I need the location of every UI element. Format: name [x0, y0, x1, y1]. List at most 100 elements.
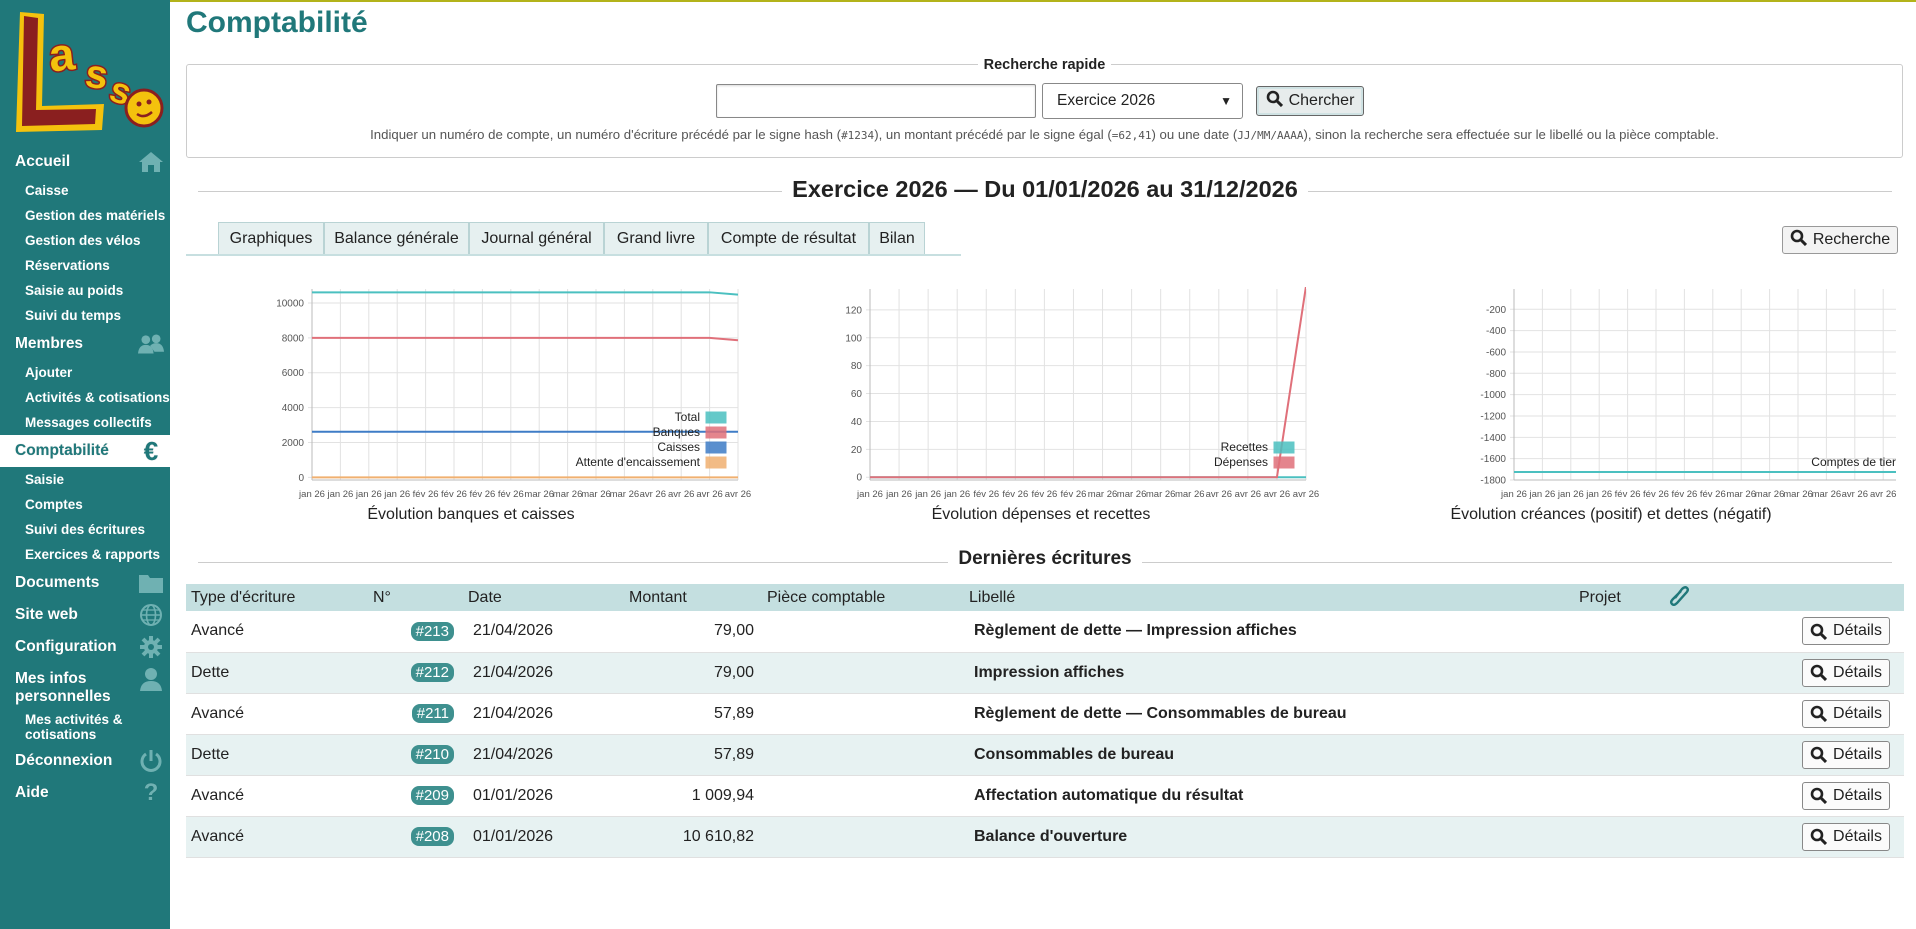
cell-date: 01/01/2026: [463, 816, 624, 858]
legend-swatch[interactable]: [705, 426, 727, 439]
legend-swatch[interactable]: [705, 456, 727, 469]
app-logo[interactable]: a s s: [6, 6, 166, 142]
nav-reservations[interactable]: Réservations: [0, 253, 170, 278]
tab-journal-general[interactable]: Journal général: [469, 222, 604, 254]
nav-saisie-poids[interactable]: Saisie au poids: [0, 278, 170, 303]
details-button[interactable]: Détails: [1802, 699, 1890, 728]
details-button[interactable]: Détails: [1802, 740, 1890, 769]
details-button-label: Détails: [1833, 622, 1882, 640]
legend-label[interactable]: Banques: [653, 425, 700, 439]
entry-number-link[interactable]: #210: [410, 745, 454, 764]
tab-graphiques[interactable]: Graphiques: [218, 222, 324, 254]
details-button[interactable]: Détails: [1802, 781, 1890, 810]
col-type[interactable]: Type d'écriture: [186, 584, 368, 611]
nav-mes-infos[interactable]: Mes infos personnelles: [0, 663, 170, 709]
quick-search-input[interactable]: [716, 84, 1036, 118]
cell-num: #208: [368, 816, 463, 858]
cell-type: Avancé: [186, 611, 368, 653]
col-libelle[interactable]: Libellé: [964, 584, 1574, 611]
cell-libelle: Balance d'ouverture: [964, 816, 1574, 858]
nav-suivi-temps[interactable]: Suivi du temps: [0, 303, 170, 328]
tab-compte-resultat[interactable]: Compte de résultat: [708, 222, 869, 254]
search-icon: [1810, 746, 1828, 763]
nav-aide[interactable]: Aide?: [0, 777, 170, 809]
y-tick-label: -400: [1486, 326, 1506, 337]
nav-documents[interactable]: Documents: [0, 567, 170, 599]
x-tick-label: avr 26: [1235, 489, 1261, 500]
cell-actions: Détails: [1664, 611, 1904, 653]
nav-site-web[interactable]: Site web: [0, 599, 170, 631]
entry-number-link[interactable]: #209: [410, 786, 454, 805]
col-projet[interactable]: Projet: [1574, 584, 1664, 611]
users-icon: [138, 332, 164, 356]
nav-configuration[interactable]: Configuration: [0, 631, 170, 663]
x-tick-label: fév 26: [498, 489, 524, 500]
y-tick-label: 100: [845, 333, 862, 344]
details-button[interactable]: Détails: [1802, 658, 1890, 687]
col-piece[interactable]: Pièce comptable: [762, 584, 964, 611]
entry-number-link[interactable]: #211: [411, 704, 454, 723]
legend-swatch[interactable]: [705, 411, 727, 424]
exercise-select[interactable]: Exercice 2026 ▼: [1042, 83, 1243, 119]
tab-bilan[interactable]: Bilan: [869, 222, 925, 254]
nav-gestion-velos[interactable]: Gestion des vélos: [0, 228, 170, 253]
recherche-button[interactable]: Recherche: [1782, 226, 1898, 254]
entry-number-link[interactable]: #208: [410, 827, 454, 846]
chart-title: Évolution créances (positif) et dettes (…: [1450, 506, 1772, 523]
nav-deconnexion[interactable]: Déconnexion: [0, 745, 170, 777]
y-tick-label: 60: [851, 389, 863, 400]
nav-gestion-materiels[interactable]: Gestion des matériels: [0, 203, 170, 228]
col-num[interactable]: N°: [368, 584, 463, 611]
cell-libelle: Affectation automatique du résultat: [964, 775, 1574, 817]
entry-number-link[interactable]: #212: [410, 663, 454, 682]
cell-date: 01/01/2026: [463, 775, 624, 817]
nav-ajouter[interactable]: Ajouter: [0, 360, 170, 385]
cell-num: #212: [368, 652, 463, 694]
cell-montant: 79,00: [624, 611, 762, 653]
legend-label[interactable]: Caisses: [657, 440, 700, 454]
x-tick-label: avr 26: [640, 489, 666, 500]
nav-messages-collectifs[interactable]: Messages collectifs: [0, 410, 170, 435]
nav-saisie[interactable]: Saisie: [0, 467, 170, 492]
tab-grand-livre[interactable]: Grand livre: [604, 222, 708, 254]
y-tick-label: 6000: [282, 368, 305, 379]
nav-suivi-ecritures[interactable]: Suivi des écritures: [0, 517, 170, 542]
nav-comptes[interactable]: Comptes: [0, 492, 170, 517]
cell-num: #213: [368, 611, 463, 653]
chart-svg: 0200040006000800010000jan 26 jan 26 jan 26…: [276, 289, 751, 500]
nav-activites-cotisations[interactable]: Activités & cotisations: [0, 385, 170, 410]
exercise-title: Exercice 2026 — Du 01/01/2026 au 31/12/2…: [198, 176, 1892, 203]
legend-swatch[interactable]: [1273, 456, 1295, 469]
legend-label[interactable]: Recettes: [1221, 440, 1268, 454]
nav-mes-activites[interactable]: Mes activités & cotisations: [0, 709, 150, 745]
entry-number-link[interactable]: #213: [410, 621, 454, 641]
tab-balance-generale[interactable]: Balance générale: [324, 222, 469, 254]
x-tick-label: avr 26: [725, 489, 751, 500]
nav-label: Site web: [15, 606, 78, 623]
y-tick-label: -1000: [1480, 390, 1506, 401]
y-tick-label: 120: [845, 305, 862, 316]
x-tick-label: mar 26: [1783, 489, 1813, 500]
cell-date: 21/04/2026: [463, 611, 624, 653]
x-tick-label: fév 26: [1700, 489, 1726, 500]
gear-icon: [138, 635, 164, 659]
legend-label[interactable]: Total: [675, 410, 700, 424]
legend-label[interactable]: Dépenses: [1214, 455, 1268, 469]
col-montant[interactable]: Montant: [624, 584, 762, 611]
details-button[interactable]: Détails: [1802, 822, 1890, 851]
chercher-button[interactable]: Chercher: [1256, 86, 1364, 116]
x-tick-label: mar 26: [1117, 489, 1147, 500]
legend-swatch[interactable]: [705, 441, 727, 454]
legend-label[interactable]: Attente d'encaissement: [576, 455, 701, 469]
nav-accueil[interactable]: Accueil: [0, 146, 170, 178]
legend-swatch[interactable]: [1273, 441, 1295, 454]
nav-caisse[interactable]: Caisse: [0, 178, 170, 203]
legend-label[interactable]: Comptes de tiers: [1811, 455, 1902, 469]
nav-membres[interactable]: Membres: [0, 328, 170, 360]
table-row: Dette #212 21/04/2026 79,00 Impression affic…: [186, 652, 1904, 694]
cell-actions: Détails: [1664, 652, 1904, 694]
col-date[interactable]: Date: [463, 584, 624, 611]
nav-exercices-rapports[interactable]: Exercices & rapports: [0, 542, 170, 567]
details-button[interactable]: Détails: [1802, 617, 1890, 646]
nav-comptabilite[interactable]: Comptabilité €: [0, 435, 170, 467]
